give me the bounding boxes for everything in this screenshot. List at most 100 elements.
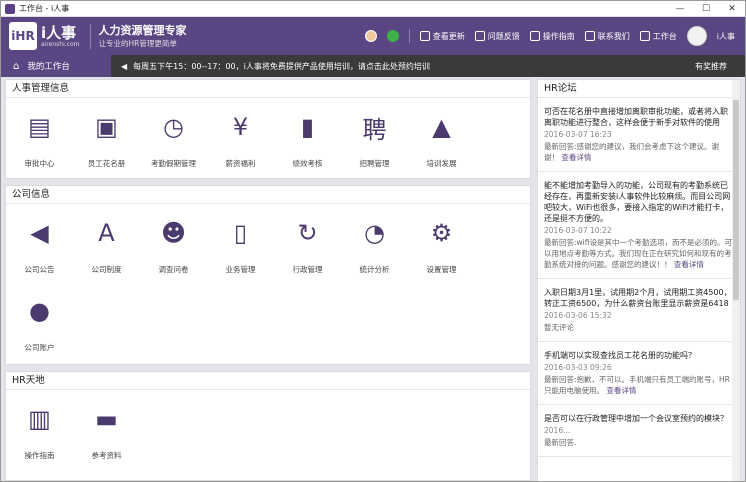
slogan-sub: 让专业的HR管理更简单 [98,38,177,48]
company-info-panel: 公司信息 ◀ 公司公告 A 公司制度 ☻ 调查问卷 ▯ 业务管理 ↻ 行政管理 ◔ 统计分析… [5,185,531,365]
scroll-thumb[interactable] [733,100,739,300]
notice-bar[interactable]: ◀ 每周五下午15：00--17：00，i人事将免费提供产品使用培训，请点击此处… [121,61,430,72]
admin-tile[interactable]: ↻ 行政管理 [274,212,341,290]
post-date: 2016... [544,426,571,435]
settings-tile[interactable]: ⚙ 设置管理 [408,212,475,290]
slogan-main: 人力资源管理专家 [98,23,187,37]
right-column: HR论坛 可否在花名册中直接增加离职审批功能，或者将入职离职功能进行整合，这样会… [537,79,741,481]
slogan: 人力资源管理专家 让专业的HR管理更简单 [89,23,187,49]
nav-bar: ⌂ 我的工作台 ◀ 每周五下午15：00--17：00，i人事将免费提供产品使用… [1,55,745,77]
clipboard-icon: ▯ [233,219,248,247]
survey-icon: ☻ [160,219,187,247]
user-name[interactable]: i人事 [717,31,735,42]
icon-grid: ▤ 审批中心 ▣ 员工花名册 ◷ 考勤假期管理 ¥ 薪资福利 ▮ 绩效考核 聘招聘管理 ▲… [6,98,530,184]
view-details-link[interactable]: 查看详情 [606,386,636,395]
graduation-icon: ▲ [432,113,451,141]
book-icon [529,31,540,41]
policy-tile[interactable]: A 公司制度 [73,212,140,290]
recruit-tile[interactable]: 聘招聘管理 [341,106,408,184]
post-question[interactable]: 手机端可以实现查找员工花名册的功能吗？ [544,350,734,361]
reference-tile[interactable]: ▬ 参考资料 [73,398,140,476]
post-date: 2016-03-07 10:22 [544,226,612,235]
logo-mark: iHR [9,22,37,50]
business-tile[interactable]: ▯ 业务管理 [207,212,274,290]
megaphone-small-icon: ◀ [121,61,128,71]
hr-forum-panel: HR论坛 可否在花名册中直接增加离职审批功能，或者将入职离职功能进行整合，这样会… [537,79,741,481]
roster-tile[interactable]: ▣ 员工花名册 [73,106,140,184]
feedback-icon [474,31,485,41]
approval-center-tile[interactable]: ▤ 审批中心 [6,106,73,184]
home-icon [639,31,650,41]
logo[interactable]: iHR i人事 airenshi.com [9,22,80,50]
post-answer: 最新回答:抱歉，不可以。手机端只有员工端的账号，HR只能用电脑使用。 查看详情 [544,375,730,395]
icon-grid: ▥ 操作指南 ▬ 参考资料 [6,390,530,476]
money-icon: ¥ [232,113,249,141]
hr-info-panel: 人事管理信息 ▤ 审批中心 ▣ 员工花名册 ◷ 考勤假期管理 ¥ 薪资福利 ▮ 绩效考核 … [5,79,531,179]
forum-post[interactable]: 能不能增加考勤导入的功能，公司现有的考勤系统已经存在，再重新安装i人事软件比较麻… [538,172,740,279]
workbench-button[interactable]: 工作台 [639,31,677,42]
feedback-button[interactable]: 问题反馈 [474,31,520,42]
nav-home-label: 我的工作台 [27,62,70,72]
post-answer: 最新回答. [544,438,577,447]
service-avatar-icon[interactable] [364,30,377,42]
roster-icon: ▣ [95,113,118,141]
open-book-icon: ▥ [28,405,51,433]
window-controls: — ☐ ✕ [667,1,745,16]
app-icon [5,3,15,14]
pie-icon: ◔ [364,219,385,247]
logo-site: airenshi.com [41,40,80,48]
post-question[interactable]: 入职日期3月1里，试用期2个月，试用期工资4500，转正工资6500，为什么薪资… [544,287,734,309]
panel-title: 人事管理信息 [6,80,530,98]
post-question[interactable]: 能不能增加考勤导入的功能，公司现有的考勤系统已经存在，再重新安装i人事软件比较麻… [544,180,734,224]
window-title: 工作台 - i人事 [19,4,70,13]
announcement-tile[interactable]: ◀ 公司公告 [6,212,73,290]
performance-tile[interactable]: ▮ 绩效考核 [274,106,341,184]
update-icon [419,31,430,41]
recommend-link[interactable]: 有奖推荐 [695,61,745,72]
main-content: 人事管理信息 ▤ 审批中心 ▣ 员工花名册 ◷ 考勤假期管理 ¥ 薪资福利 ▮ 绩效考核 … [5,79,741,481]
guide-tile[interactable]: ▥ 操作指南 [6,398,73,476]
gear-icon: ⚙ [430,219,453,247]
contact-button[interactable]: 联系我们 [584,31,630,42]
phone-icon [584,31,595,41]
attendance-tile[interactable]: ◷ 考勤假期管理 [140,106,207,184]
account-icon: ● [29,297,50,325]
salary-tile[interactable]: ¥ 薪资福利 [207,106,274,184]
cycle-icon: ↻ [297,219,318,247]
panel-title: 公司信息 [6,186,530,204]
nav-home-tab[interactable]: ⌂ 我的工作台 [1,55,111,77]
view-details-link[interactable]: 查看详情 [674,260,704,269]
wechat-icon[interactable] [386,30,399,42]
training-tile[interactable]: ▲ 培训发展 [408,106,475,184]
forum-post[interactable]: 入职日期3月1里，试用期2个月，试用期工资4500，转正工资6500，为什么薪资… [538,279,740,342]
view-details-link[interactable]: 查看详情 [561,153,591,162]
post-date: 2016-03-03 09:26 [544,363,612,372]
header-actions: 查看更新 问题反馈 操作指南 联系我们 工作台 i人事 [364,26,745,46]
statistics-tile[interactable]: ◔ 统计分析 [341,212,408,290]
icon-grid: ◀ 公司公告 A 公司制度 ☻ 调查问卷 ▯ 业务管理 ↻ 行政管理 ◔ 统计分析 ⚙ 设置管… [6,204,530,368]
update-button[interactable]: 查看更新 [419,31,465,42]
guide-button[interactable]: 操作指南 [529,31,575,42]
panel-title: HR天地 [6,372,530,390]
post-question[interactable]: 是否可以在行政管理中增加一个会议室预约的模块？ [544,413,734,424]
forum-scrollbar[interactable] [732,80,740,481]
minimize-button[interactable]: — [667,1,693,16]
post-question[interactable]: 可否在花名册中直接增加离职审批功能，或者将入职离职功能进行整合，这样会便于新手对… [544,106,734,128]
survey-tile[interactable]: ☻ 调查问卷 [140,212,207,290]
logo-name: i人事 [41,23,77,42]
forum-post[interactable]: 是否可以在行政管理中增加一个会议室预约的模块？ 2016... 最新回答. [538,405,740,457]
account-tile[interactable]: ● 公司账户 [6,290,73,368]
panel-title: HR论坛 [538,80,740,98]
title-bar: 工作台 - i人事 — ☐ ✕ [1,1,745,17]
clock-icon: ◷ [163,113,184,141]
post-date: 2016-03-06 15:32 [544,311,612,320]
forum-post[interactable]: 手机端可以实现查找员工花名册的功能吗？ 2016-03-03 09:26 最新回… [538,342,740,405]
chart-icon: ▮ [300,113,315,141]
maximize-button[interactable]: ☐ [693,1,719,16]
close-button[interactable]: ✕ [719,1,745,16]
forum-post[interactable]: 可否在花名册中直接增加离职审批功能，或者将入职离职功能进行整合，这样会便于新手对… [538,98,740,172]
user-avatar[interactable] [686,26,707,46]
approval-icon: ▤ [28,113,51,141]
folder-icon: ▬ [95,405,118,433]
compass-icon: A [98,219,115,247]
